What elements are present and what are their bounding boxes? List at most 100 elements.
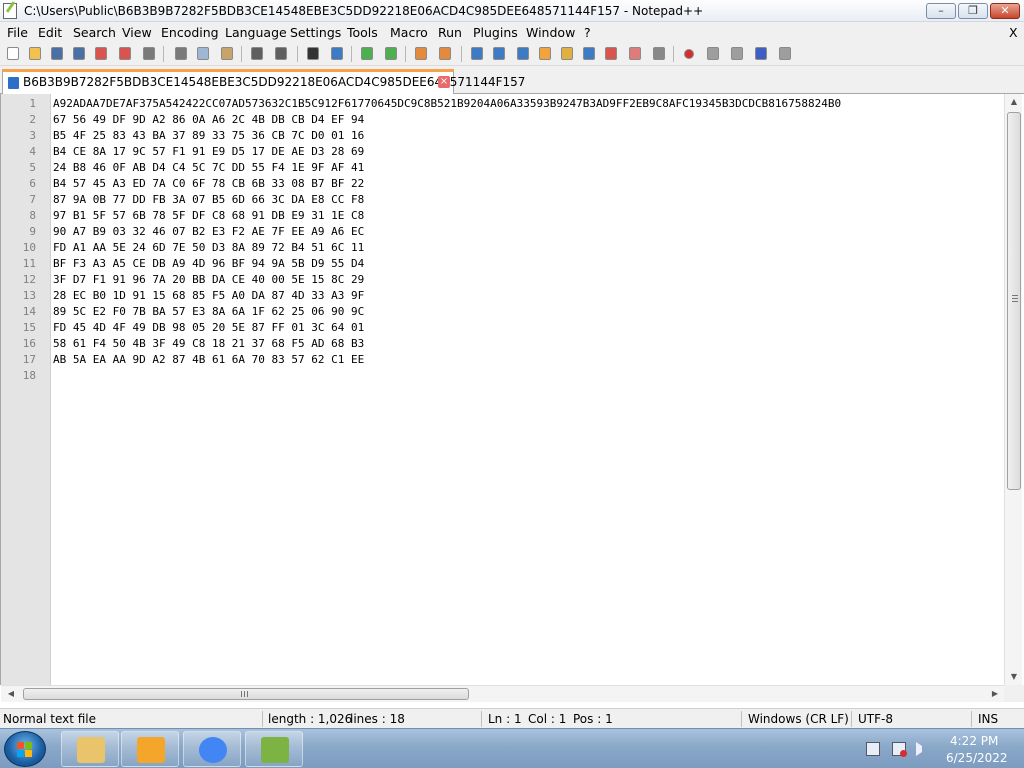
code-line[interactable]: B4 CE 8A 17 9C 57 F1 91 E9 D5 17 DE AE D…	[53, 144, 364, 160]
code-line[interactable]: 97 B1 5F 57 6B 78 5F DF C8 68 91 DB E9 3…	[53, 208, 364, 224]
vertical-scrollbar[interactable]: ▲ ▼	[1004, 94, 1022, 685]
tab-document[interactable]: B6B3B9B7282F5BDB3CE14548EBE3C5DD92218E06…	[2, 69, 525, 94]
scroll-up-icon[interactable]: ▲	[1005, 94, 1023, 110]
save-all-button[interactable]	[70, 45, 88, 63]
scroll-left-icon[interactable]: ◀	[3, 686, 19, 702]
menu-window[interactable]: Window	[526, 25, 575, 40]
show-all-chars-icon	[493, 47, 505, 60]
editor-area[interactable]: 1 2 3 4 5 6 7 8 9 10 11 12 13 14 15 16 17 18 A92ADAA7DE7A…	[0, 94, 1024, 685]
close-button[interactable]: ✕	[990, 3, 1020, 19]
scroll-right-icon[interactable]: ▶	[987, 686, 1003, 702]
close-document-button[interactable]: X	[1009, 25, 1018, 40]
code-line[interactable]: 90 A7 B9 03 32 46 07 B2 E3 F2 AE 7F EE A…	[53, 224, 364, 240]
menu-language[interactable]: Language	[225, 25, 287, 40]
function-list-button[interactable]	[580, 45, 598, 63]
show-all-chars-button[interactable]	[490, 45, 508, 63]
code-line[interactable]: A92ADAA7DE7AF375A542422CC07AD573632C1B5C…	[53, 96, 841, 112]
code-line[interactable]: B4 57 45 A3 ED 7A C0 6F 78 CB 6B 33 08 B…	[53, 176, 364, 192]
close-file-button[interactable]	[92, 45, 110, 63]
start-button[interactable]	[4, 731, 46, 767]
zoom-in-button[interactable]	[358, 45, 376, 63]
menu-run[interactable]: Run	[438, 25, 462, 40]
status-divider	[741, 711, 742, 727]
horizontal-scrollbar[interactable]: ◀ ▶	[1, 685, 1004, 702]
window-title: C:\Users\Public\B6B3B9B7282F5BDB3CE14548…	[24, 4, 704, 18]
notepadpp-app-icon[interactable]	[3, 3, 17, 19]
find-button[interactable]	[304, 45, 322, 63]
menu-tools[interactable]: Tools	[347, 25, 378, 40]
network-icon[interactable]	[892, 742, 907, 757]
code-line[interactable]: 89 5C E2 F0 7B BA 57 E3 8A 6A 1F 62 25 0…	[53, 304, 364, 320]
record-macro-button[interactable]	[680, 45, 698, 63]
replace-button[interactable]	[328, 45, 346, 63]
stop-macro-button[interactable]	[704, 45, 722, 63]
folder-workspace-button[interactable]	[602, 45, 620, 63]
taskbar-notepadpp[interactable]	[245, 731, 303, 767]
code-line[interactable]: 58 61 F4 50 4B 3F 49 C8 18 21 37 68 F5 A…	[53, 336, 364, 352]
redo-button[interactable]	[272, 45, 290, 63]
play-macro-button[interactable]	[728, 45, 746, 63]
code-line[interactable]: FD A1 AA 5E 24 6D 7E 50 D3 8A 89 72 B4 5…	[53, 240, 364, 256]
action-center-icon[interactable]	[866, 742, 880, 756]
tab-close-icon[interactable]: ×	[438, 76, 450, 88]
menu-help[interactable]: ?	[584, 25, 591, 40]
copy-button[interactable]	[194, 45, 212, 63]
save-button[interactable]	[48, 45, 66, 63]
code-line[interactable]: 28 EC B0 1D 91 15 68 85 F5 A0 DA 87 4D 3…	[53, 288, 364, 304]
undo-button[interactable]	[248, 45, 266, 63]
status-divider	[481, 711, 482, 727]
horizontal-scroll-thumb[interactable]	[23, 688, 469, 700]
menu-view[interactable]: View	[122, 25, 152, 40]
code-line[interactable]: BF F3 A3 A5 CE DB A9 4D 96 BF 94 9A 5B D…	[53, 256, 364, 272]
code-line[interactable]: B5 4F 25 83 43 BA 37 89 33 75 36 CB 7C D…	[53, 128, 364, 144]
menu-encoding[interactable]: Encoding	[161, 25, 219, 40]
menu-macro[interactable]: Macro	[390, 25, 428, 40]
sync-vertical-button[interactable]	[412, 45, 430, 63]
menu-settings[interactable]: Settings	[290, 25, 341, 40]
indent-guide-icon	[517, 47, 529, 60]
record-macro-icon	[684, 49, 694, 59]
sync-horizontal-button[interactable]	[436, 45, 454, 63]
maximize-button[interactable]: ❐	[958, 3, 988, 19]
run-macro-multiple-button[interactable]	[752, 45, 770, 63]
line-number: 12	[22, 273, 36, 286]
line-number: 17	[22, 353, 36, 366]
code-line[interactable]: 87 9A 0B 77 DD FB 3A 07 B5 6D 66 3C DA E…	[53, 192, 364, 208]
menu-edit[interactable]: Edit	[38, 25, 62, 40]
scroll-down-icon[interactable]: ▼	[1005, 669, 1023, 685]
line-number: 5	[29, 161, 36, 174]
monitoring-button[interactable]	[650, 45, 668, 63]
cut-button[interactable]	[172, 45, 190, 63]
save-macro-button[interactable]	[776, 45, 794, 63]
word-wrap-button[interactable]	[468, 45, 486, 63]
paste-button[interactable]	[218, 45, 236, 63]
code-line[interactable]: 67 56 49 DF 9D A2 86 0A A6 2C 4B DB CB D…	[53, 112, 364, 128]
minimize-button[interactable]: –	[926, 3, 956, 19]
clock-time[interactable]: 4:22 PM	[950, 734, 998, 748]
paste-icon	[221, 47, 233, 60]
vertical-scroll-thumb[interactable]	[1007, 112, 1021, 490]
doc-map-icon	[561, 47, 573, 60]
print-button[interactable]	[140, 45, 158, 63]
menu-search[interactable]: Search	[73, 25, 116, 40]
menu-file[interactable]: File	[7, 25, 28, 40]
code-line[interactable]: AB 5A EA AA 9D A2 87 4B 61 6A 70 83 57 6…	[53, 352, 364, 368]
taskbar-media-player[interactable]	[121, 731, 179, 767]
zoom-out-button[interactable]	[382, 45, 400, 63]
code-line[interactable]: FD 45 4D 4F 49 DB 98 05 20 5E 87 FF 01 3…	[53, 320, 364, 336]
doc-switcher-button[interactable]	[626, 45, 644, 63]
menu-plugins[interactable]: Plugins	[473, 25, 518, 40]
doc-map-button[interactable]	[558, 45, 576, 63]
udl-button[interactable]	[536, 45, 554, 63]
clock-date[interactable]: 6/25/2022	[946, 751, 1008, 765]
indent-guide-button[interactable]	[514, 45, 532, 63]
open-file-button[interactable]	[26, 45, 44, 63]
code-line[interactable]: 3F D7 F1 91 96 7A 20 BB DA CE 40 00 5E 1…	[53, 272, 364, 288]
redo-icon	[275, 47, 287, 60]
taskbar-explorer[interactable]	[61, 731, 119, 767]
new-file-button[interactable]	[4, 45, 22, 63]
code-line[interactable]: 24 B8 46 0F AB D4 C4 5C 7C DD 55 F4 1E 9…	[53, 160, 364, 176]
volume-icon[interactable]	[916, 742, 928, 756]
close-all-button[interactable]	[116, 45, 134, 63]
taskbar-chrome[interactable]	[183, 731, 241, 767]
